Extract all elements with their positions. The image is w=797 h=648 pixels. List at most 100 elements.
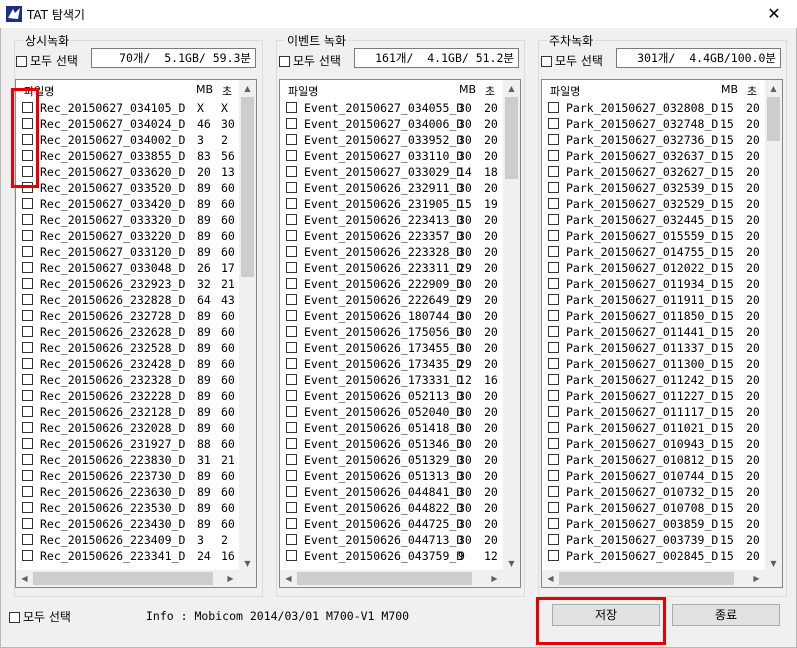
row-checkbox[interactable] bbox=[548, 214, 559, 225]
row-checkbox[interactable] bbox=[548, 374, 559, 385]
list-item[interactable]: Rec_20150626_223341_D 24 16 bbox=[16, 548, 236, 564]
list-item[interactable]: Event_20150626_173435_D 29 20 bbox=[280, 356, 500, 372]
list-item[interactable]: Park_20150627_032445_D 15 20 bbox=[542, 212, 762, 228]
list-item[interactable]: Event_20150626_231905_D 15 19 bbox=[280, 196, 500, 212]
list-item[interactable]: Rec_20150627_033855_D 83 56 bbox=[16, 148, 236, 164]
scroll-thumb[interactable] bbox=[241, 97, 254, 277]
row-checkbox[interactable] bbox=[22, 198, 33, 209]
list-item[interactable]: Park_20150627_003739_D 15 20 bbox=[542, 532, 762, 548]
list-item[interactable]: Park_20150627_011850_D 15 20 bbox=[542, 308, 762, 324]
row-checkbox[interactable] bbox=[286, 550, 297, 561]
row-checkbox[interactable] bbox=[286, 214, 297, 225]
list-item[interactable]: Park_20150627_010708_D 15 20 bbox=[542, 500, 762, 516]
row-checkbox[interactable] bbox=[548, 182, 559, 193]
list-item[interactable]: Park_20150627_010732_D 15 20 bbox=[542, 484, 762, 500]
horizontal-scrollbar[interactable]: ◀ ▶ bbox=[280, 570, 503, 587]
list-item[interactable]: Rec_20150626_231927_D 88 60 bbox=[16, 436, 236, 452]
select-all-global[interactable]: 모두 선택 bbox=[9, 608, 71, 625]
save-button[interactable]: 저장 bbox=[552, 604, 660, 626]
row-checkbox[interactable] bbox=[548, 342, 559, 353]
row-checkbox[interactable] bbox=[286, 534, 297, 545]
row-checkbox[interactable] bbox=[548, 486, 559, 497]
row-checkbox[interactable] bbox=[286, 262, 297, 273]
list-item[interactable]: Park_20150627_011911_D 15 20 bbox=[542, 292, 762, 308]
row-checkbox[interactable] bbox=[286, 486, 297, 497]
row-checkbox[interactable] bbox=[22, 390, 33, 401]
list-item[interactable]: Rec_20150626_232528_D 89 60 bbox=[16, 340, 236, 356]
row-checkbox[interactable] bbox=[286, 294, 297, 305]
row-checkbox[interactable] bbox=[286, 454, 297, 465]
header-filename[interactable]: 파일명 bbox=[550, 83, 580, 99]
list-item[interactable]: Rec_20150626_232128_D 89 60 bbox=[16, 404, 236, 420]
list-item[interactable]: Park_20150627_014755_D 15 20 bbox=[542, 244, 762, 260]
row-checkbox[interactable] bbox=[22, 118, 33, 129]
list-item[interactable]: Park_20150627_032539_D 15 20 bbox=[542, 180, 762, 196]
row-checkbox[interactable] bbox=[22, 150, 33, 161]
row-checkbox[interactable] bbox=[548, 198, 559, 209]
header-mb[interactable]: MB bbox=[721, 83, 738, 96]
list-item[interactable]: Park_20150627_011227_D 15 20 bbox=[542, 388, 762, 404]
list-item[interactable]: Rec_20150626_223530_D 89 60 bbox=[16, 500, 236, 516]
list-item[interactable]: Park_20150627_010812_D 15 20 bbox=[542, 452, 762, 468]
scroll-thumb[interactable] bbox=[505, 97, 518, 179]
list-item[interactable]: Rec_20150627_034024_D 46 30 bbox=[16, 116, 236, 132]
row-checkbox[interactable] bbox=[22, 294, 33, 305]
list-item[interactable]: Event_20150627_033029_D 14 18 bbox=[280, 164, 500, 180]
row-checkbox[interactable] bbox=[286, 422, 297, 433]
list-item[interactable]: Event_20150626_175056_D 30 20 bbox=[280, 324, 500, 340]
list-item[interactable]: Event_20150626_180744_D 30 20 bbox=[280, 308, 500, 324]
row-checkbox[interactable] bbox=[286, 438, 297, 449]
file-list-event[interactable]: 파일명 MB 초 Event_20150627_034055_D 30 20 Even… bbox=[279, 79, 521, 588]
row-checkbox[interactable] bbox=[286, 310, 297, 321]
file-list-continuous[interactable]: 파일명 MB 초 Rec_20150627_034105_D X X Rec_2015… bbox=[15, 79, 257, 588]
row-checkbox[interactable] bbox=[286, 374, 297, 385]
row-checkbox[interactable] bbox=[286, 326, 297, 337]
list-item[interactable]: Park_20150627_032637_D 15 20 bbox=[542, 148, 762, 164]
hscroll-thumb[interactable] bbox=[559, 572, 734, 585]
row-checkbox[interactable] bbox=[548, 454, 559, 465]
row-checkbox[interactable] bbox=[548, 422, 559, 433]
checkbox-icon[interactable] bbox=[16, 56, 27, 67]
list-item[interactable]: Event_20150626_044841_D 30 20 bbox=[280, 484, 500, 500]
list-item[interactable]: Park_20150627_010943_D 15 20 bbox=[542, 436, 762, 452]
row-checkbox[interactable] bbox=[22, 214, 33, 225]
row-checkbox[interactable] bbox=[286, 278, 297, 289]
row-checkbox[interactable] bbox=[548, 502, 559, 513]
list-item[interactable]: Park_20150627_011300_D 15 20 bbox=[542, 356, 762, 372]
row-checkbox[interactable] bbox=[548, 406, 559, 417]
list-item[interactable]: Event_20150626_051313_D 30 20 bbox=[280, 468, 500, 484]
row-checkbox[interactable] bbox=[548, 230, 559, 241]
row-checkbox[interactable] bbox=[22, 166, 33, 177]
vertical-scrollbar[interactable]: ▲ ▼ bbox=[503, 80, 520, 572]
row-checkbox[interactable] bbox=[22, 262, 33, 273]
list-item[interactable]: Park_20150627_011021_D 15 20 bbox=[542, 420, 762, 436]
list-item[interactable]: Rec_20150626_223730_D 89 60 bbox=[16, 468, 236, 484]
row-checkbox[interactable] bbox=[22, 278, 33, 289]
list-item[interactable]: Event_20150626_173455_D 30 20 bbox=[280, 340, 500, 356]
row-checkbox[interactable] bbox=[548, 278, 559, 289]
horizontal-scrollbar[interactable]: ◀ ▶ bbox=[542, 570, 765, 587]
list-item[interactable]: Rec_20150626_232628_D 89 60 bbox=[16, 324, 236, 340]
checkbox-icon[interactable] bbox=[279, 56, 290, 67]
vertical-scrollbar[interactable]: ▲ ▼ bbox=[239, 80, 256, 572]
list-item[interactable]: Event_20150626_052040_D 30 20 bbox=[280, 404, 500, 420]
row-checkbox[interactable] bbox=[286, 470, 297, 481]
list-item[interactable]: Event_20150626_222909_D 30 20 bbox=[280, 276, 500, 292]
scroll-right-icon[interactable]: ▶ bbox=[486, 570, 503, 587]
row-checkbox[interactable] bbox=[286, 150, 297, 161]
list-item[interactable]: Rec_20150627_033048_D 26 17 bbox=[16, 260, 236, 276]
row-checkbox[interactable] bbox=[548, 262, 559, 273]
list-item[interactable]: Event_20150627_033952_D 30 20 bbox=[280, 132, 500, 148]
row-checkbox[interactable] bbox=[22, 374, 33, 385]
row-checkbox[interactable] bbox=[286, 134, 297, 145]
list-item[interactable]: Rec_20150626_232228_D 89 60 bbox=[16, 388, 236, 404]
select-all-event[interactable]: 모두 선택 bbox=[279, 52, 341, 69]
row-checkbox[interactable] bbox=[22, 534, 33, 545]
row-checkbox[interactable] bbox=[22, 182, 33, 193]
row-checkbox[interactable] bbox=[22, 246, 33, 257]
list-item[interactable]: Event_20150626_051418_D 30 20 bbox=[280, 420, 500, 436]
list-item[interactable]: Event_20150627_033110_D 30 20 bbox=[280, 148, 500, 164]
list-item[interactable]: Park_20150627_011934_D 15 20 bbox=[542, 276, 762, 292]
list-item[interactable]: Rec_20150626_232428_D 89 60 bbox=[16, 356, 236, 372]
row-checkbox[interactable] bbox=[286, 406, 297, 417]
